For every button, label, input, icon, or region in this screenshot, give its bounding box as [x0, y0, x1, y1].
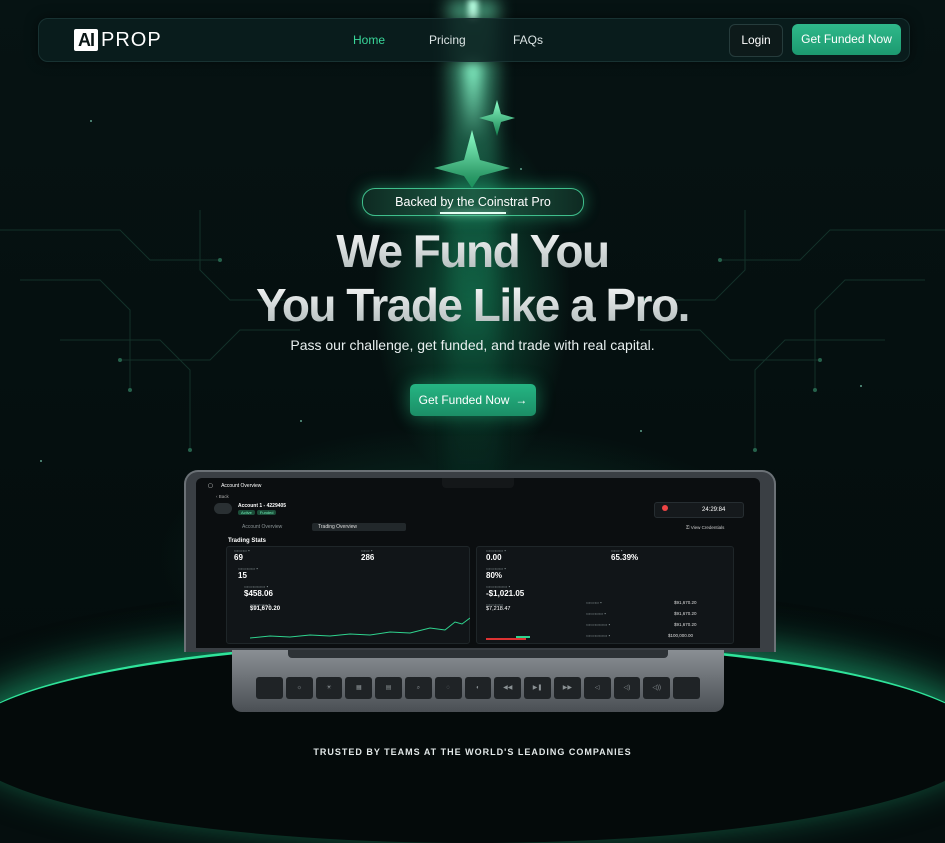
loss-bar — [486, 638, 526, 640]
keyboard-key — [673, 677, 700, 699]
nav-link-home[interactable]: Home — [353, 33, 385, 47]
star-dot — [40, 460, 42, 462]
keyboard-key: ◁)) — [643, 677, 671, 699]
keyboard-key: ◀◀ — [494, 677, 522, 699]
star-dot — [640, 430, 642, 432]
keyboard-key: ☀ — [315, 677, 343, 699]
timer-icon — [662, 505, 668, 511]
side-value: $91,670.20 — [674, 600, 697, 605]
keyboard-key: ◐ — [464, 677, 492, 699]
side-label: ▭▭▭▭▭ ▪ — [586, 633, 611, 638]
keyboard-key: ⌕ — [404, 677, 432, 699]
side-label: ▭▭▭▭▭ ▪ — [586, 622, 611, 627]
stat-value: 15 — [238, 571, 247, 580]
equity-line-chart — [250, 617, 470, 639]
keyboard-key: ▤ — [375, 677, 402, 699]
keyboard-key: ☼ — [285, 677, 313, 699]
account-name: Account 1 - 4229405 — [238, 503, 287, 509]
hero-title-line-1: We Fund You — [0, 224, 945, 278]
stat-value: -$1,021.05 — [486, 589, 525, 598]
badge-glow-line — [440, 212, 506, 214]
account-avatar — [214, 503, 232, 514]
login-button[interactable]: Login — [729, 24, 783, 57]
timer-value: 24:29:84 — [702, 507, 726, 513]
keyboard-key: ▶❚ — [524, 677, 551, 699]
stat-value: 65.39% — [611, 553, 639, 562]
stat-value: $458.06 — [244, 589, 273, 598]
stat-value: $91,670.20 — [250, 606, 281, 612]
star-dot — [860, 385, 862, 387]
side-label: ▭▭▭▭ ▪ — [586, 611, 606, 616]
side-label: ▭▭▭ ▪ — [586, 600, 602, 605]
keyboard-key — [256, 677, 283, 699]
hero-title-line-2: You Trade Like a Pro. — [0, 278, 945, 332]
brand-logo[interactable]: AI PROP — [74, 28, 162, 52]
side-value: $100,000.00 — [668, 633, 694, 638]
keyboard-key: ▶▶ — [553, 677, 581, 699]
hero-cta-label: Get Funded Now — [418, 393, 510, 407]
back-link[interactable]: ‹ Back — [216, 494, 229, 499]
star-dot — [90, 120, 92, 122]
logo-wordmark: PROP — [101, 28, 162, 51]
light-beam-core — [468, 0, 478, 20]
side-value: $91,670.20 — [674, 622, 697, 627]
keyboard-key: ◌ — [434, 677, 462, 699]
star-dot — [300, 420, 302, 422]
camera-notch — [442, 478, 514, 488]
dashboard-screen: ▢ Account Overview ‹ Back Account 1 - 42… — [196, 478, 760, 648]
dashboard-header: ▢ Account Overview — [208, 483, 262, 489]
tab-account-overview[interactable]: Account Overview — [236, 523, 288, 531]
hero-get-funded-button[interactable]: Get Funded Now → — [410, 384, 536, 416]
tab-trading-overview[interactable]: Trading Overview — [312, 523, 406, 531]
side-value: $91,670.20 — [674, 611, 697, 616]
stat-value: $7,218.47 — [486, 606, 511, 612]
logo-ai-mark: AI — [74, 29, 98, 51]
stat-value: 286 — [361, 553, 375, 562]
keyboard-function-row: ☼ ☀ ▦ ▤ ⌕ ◌ ◐ ◀◀ ▶❚ ▶▶ ◁ ◁) ◁)) — [256, 677, 700, 699]
laptop-hinge — [288, 650, 668, 658]
stat-value: 80% — [486, 571, 503, 580]
trusted-by-heading: TRUSTED BY TEAMS AT THE WORLD'S LEADING … — [313, 747, 632, 757]
trading-stats-title: Trading Stats — [228, 538, 267, 544]
timer-box — [654, 502, 744, 518]
profit-bar — [516, 636, 530, 638]
nav-get-funded-button[interactable]: Get Funded Now — [792, 24, 901, 55]
view-credentials-link[interactable]: ⚿ View Credentials — [686, 525, 724, 530]
stat-value: 69 — [234, 553, 243, 562]
stat-value: 0.00 — [486, 553, 502, 562]
keyboard-key: ▦ — [345, 677, 373, 699]
keyboard-key: ◁ — [583, 677, 611, 699]
nav-link-pricing[interactable]: Pricing — [429, 33, 466, 47]
star-dot — [520, 168, 522, 170]
arrow-right-icon: → — [515, 393, 528, 407]
keyboard-key: ◁) — [613, 677, 641, 699]
hero-subtitle: Pass our challenge, get funded, and trad… — [290, 337, 655, 353]
sparkle-icon — [434, 100, 515, 188]
account-tags: Active Funded — [238, 510, 278, 516]
nav-link-faqs[interactable]: FAQs — [513, 33, 543, 47]
